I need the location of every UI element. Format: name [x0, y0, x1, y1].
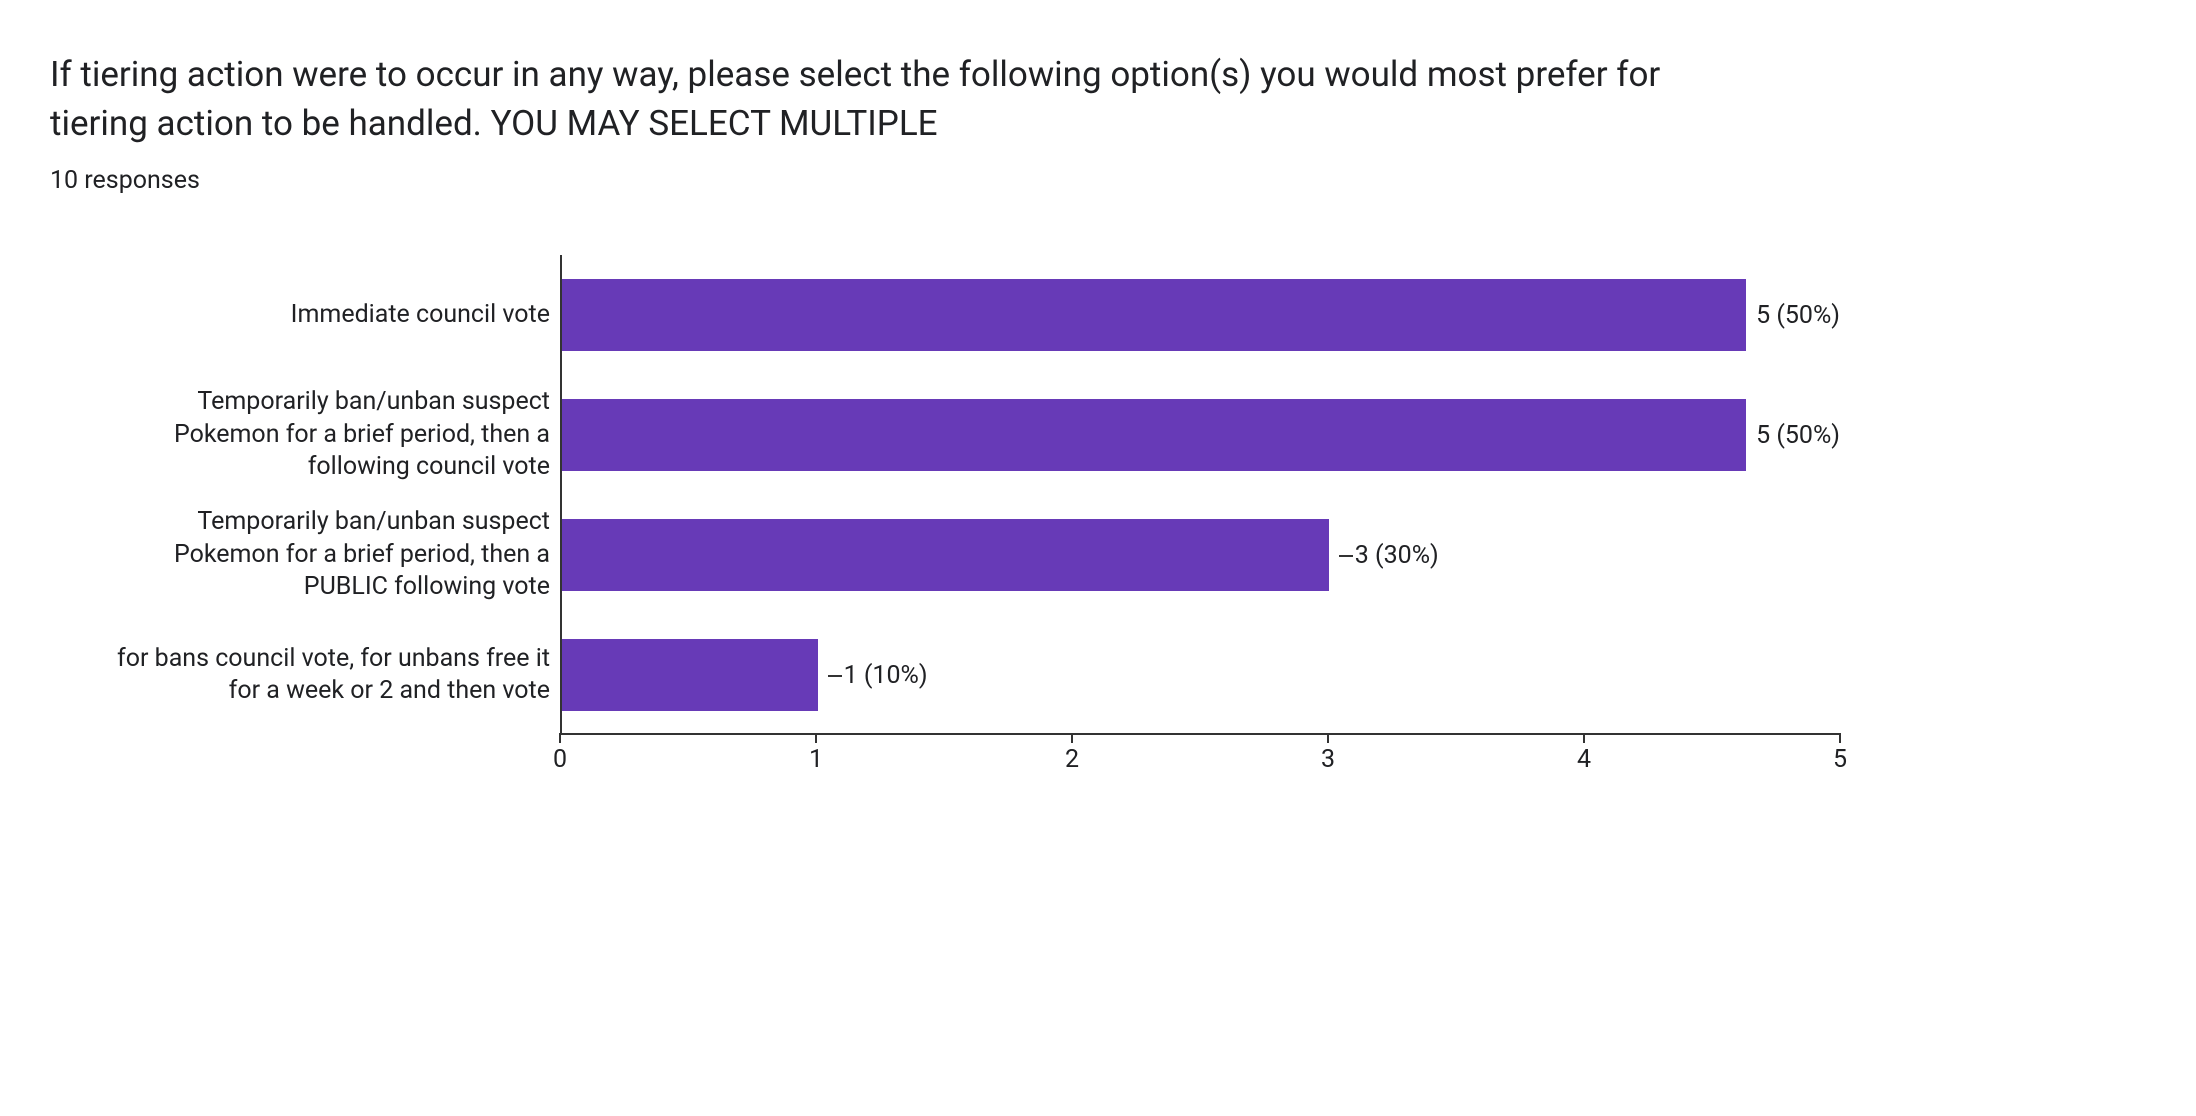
- x-tick-mark: [559, 733, 561, 743]
- bar-row: 5 (50%): [562, 375, 1840, 495]
- x-tick-mark: [815, 733, 817, 743]
- bar-row: 5 (50%): [562, 255, 1840, 375]
- x-tick-mark: [1071, 733, 1073, 743]
- bar: [562, 639, 818, 711]
- x-tick-mark: [1327, 733, 1329, 743]
- category-label: Immediate council vote: [50, 255, 550, 375]
- bar: [562, 399, 1746, 471]
- x-tick-mark: [1583, 733, 1585, 743]
- plot-area: 5 (50%)5 (50%)3 (30%)1 (10%) 012345: [560, 255, 1840, 825]
- x-tick-label: 5: [1833, 745, 1847, 774]
- bar-value-label: 3 (30%): [1329, 541, 1439, 570]
- x-tick-label: 3: [1321, 745, 1335, 774]
- x-tick-mark: [1839, 733, 1841, 743]
- bar-value-label: 5 (50%): [1746, 421, 1840, 450]
- bar-value-label: 1 (10%): [818, 661, 928, 690]
- bar: [562, 519, 1329, 591]
- bar-row: 3 (30%): [562, 495, 1840, 615]
- bar: [562, 279, 1746, 351]
- bar-row: 1 (10%): [562, 615, 1840, 735]
- category-label: for bans council vote, for unbans free i…: [50, 615, 550, 735]
- bar-chart: Immediate council voteTemporarily ban/un…: [50, 255, 2136, 825]
- x-tick-label: 1: [809, 745, 823, 774]
- x-tick-label: 2: [1065, 745, 1079, 774]
- x-tick-label: 0: [553, 745, 567, 774]
- bar-value-label: 5 (50%): [1746, 301, 1840, 330]
- x-tick-label: 4: [1577, 745, 1591, 774]
- y-axis-labels: Immediate council voteTemporarily ban/un…: [50, 255, 560, 825]
- x-axis-ticks: 012345: [560, 745, 1840, 785]
- bars-container: 5 (50%) 5 (50%) 3 (30%) 1 (10%): [562, 255, 1840, 735]
- category-label: Temporarily ban/unban suspect Pokemon fo…: [50, 375, 550, 495]
- response-count: 10 responses: [50, 166, 2136, 195]
- x-axis-line: [560, 733, 1840, 735]
- category-label: Temporarily ban/unban suspect Pokemon fo…: [50, 495, 550, 615]
- chart-title: If tiering action were to occur in any w…: [50, 50, 1750, 148]
